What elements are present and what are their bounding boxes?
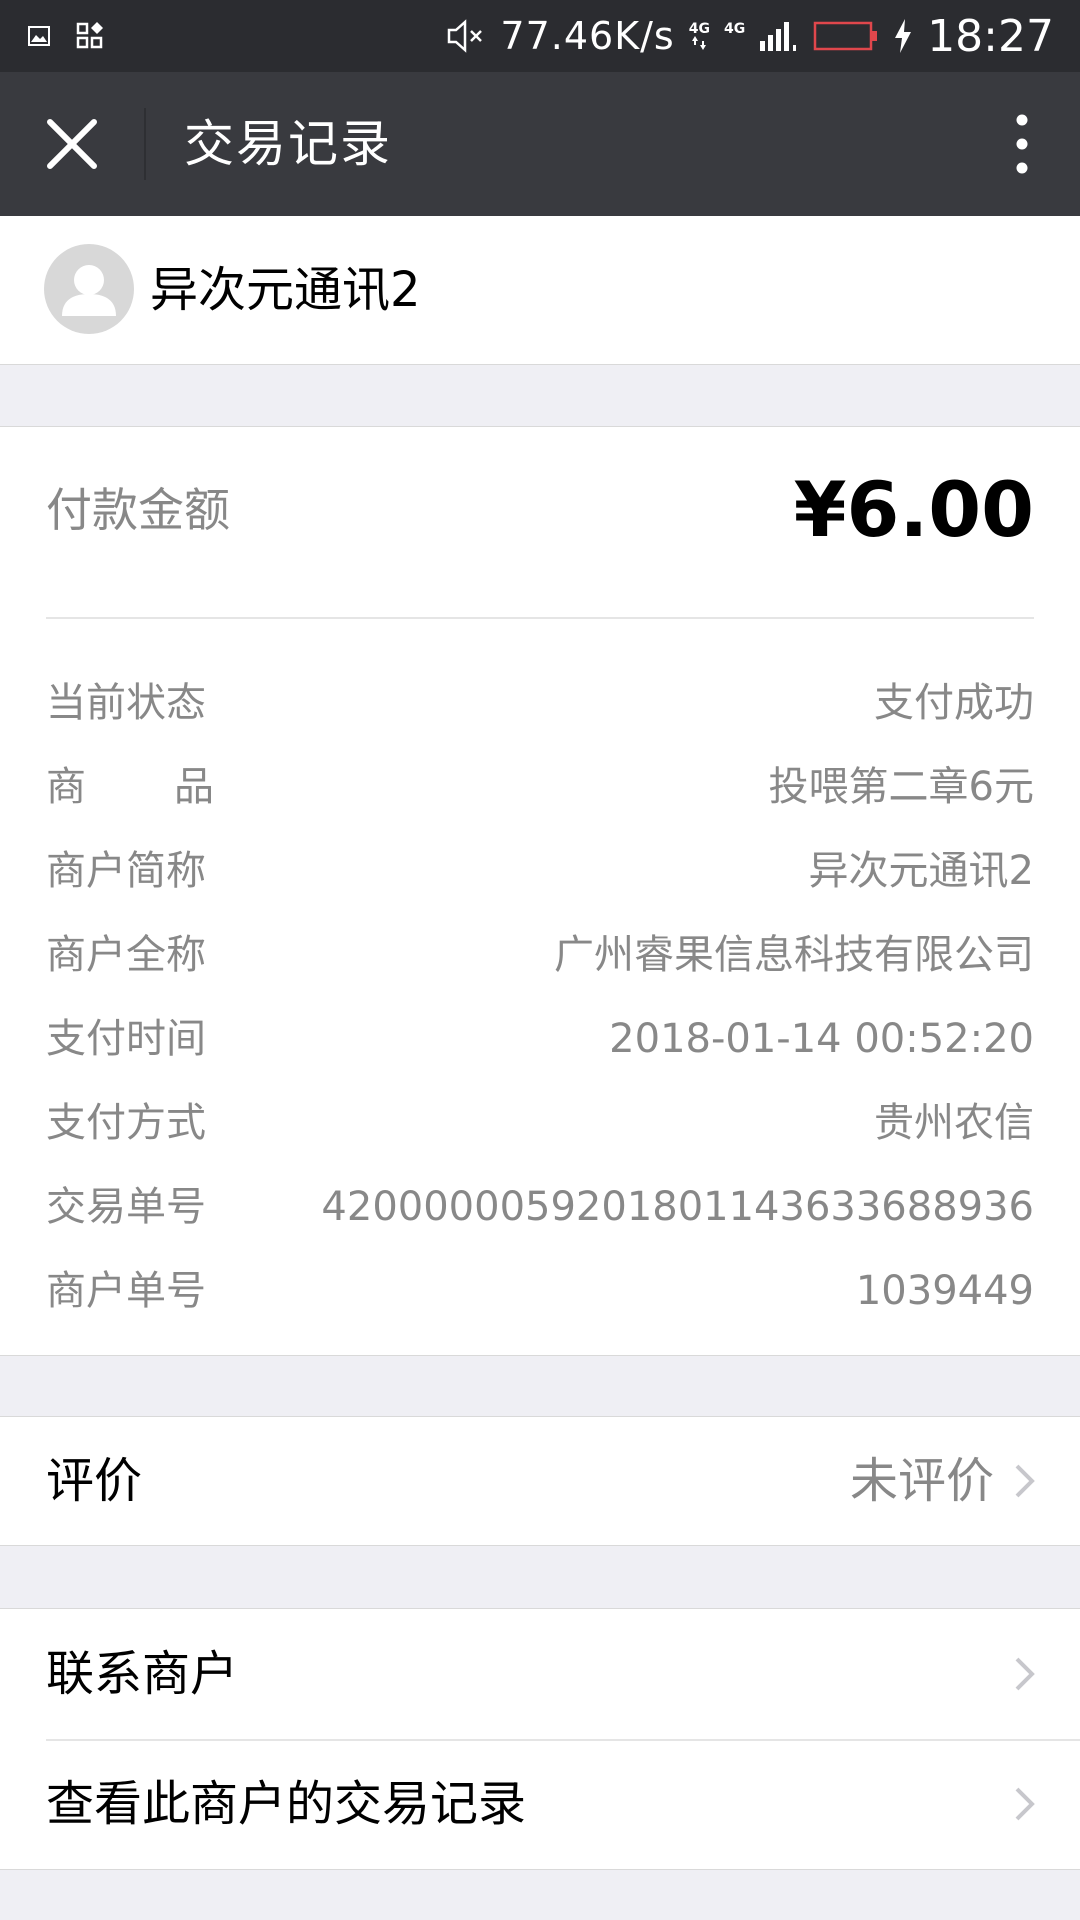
detail-row-status: 当前状态 支付成功 — [46, 661, 1034, 745]
detail-value: 支付成功 — [874, 680, 1034, 726]
merchant-name: 异次元通讯2 — [150, 262, 421, 318]
detail-value: 异次元通讯2 — [808, 848, 1034, 894]
detail-row-payment-method: 支付方式 贵州农信 — [46, 1081, 1034, 1165]
amount-row: 付款金额 ¥6.00 — [46, 427, 1034, 619]
rating-cell[interactable]: 评价 未评价 — [0, 1417, 1080, 1545]
amount-value: ¥6.00 — [793, 465, 1034, 554]
detail-value: 广州睿果信息科技有限公司 — [554, 932, 1034, 978]
mute-icon — [448, 19, 483, 53]
user-avatar-icon — [44, 244, 134, 334]
detail-row-merchant-order-id: 商户单号 1039449 — [46, 1249, 1034, 1333]
transaction-detail-card: 付款金额 ¥6.00 当前状态 支付成功 商品 投喂第二章6元 商户简称 异次元… — [0, 426, 1080, 1356]
detail-row-product: 商品 投喂第二章6元 — [46, 745, 1034, 829]
detail-row-transaction-id: 交易单号 4200000059201801143633688936 — [46, 1165, 1034, 1249]
nav-divider — [144, 108, 146, 180]
merchant-history-label: 查看此商户的交易记录 — [46, 1776, 527, 1832]
network-type-b-label: 4G — [723, 21, 746, 37]
gallery-notification-icon — [28, 26, 50, 46]
detail-value: 贵州农信 — [874, 1100, 1034, 1146]
rating-value: 未评价 — [849, 1453, 994, 1509]
rating-group: 评价 未评价 — [0, 1416, 1080, 1546]
merchant-history-cell[interactable]: 查看此商户的交易记录 — [0, 1739, 1080, 1869]
more-vertical-icon[interactable] — [1004, 112, 1040, 176]
battery-icon — [813, 21, 878, 51]
charging-icon — [895, 19, 912, 53]
chevron-right-icon — [1015, 1464, 1035, 1498]
merchant-actions-group: 联系商户 查看此商户的交易记录 — [0, 1608, 1080, 1870]
detail-label: 商户简称 — [46, 848, 206, 894]
network-speed: 77.46K/s — [500, 14, 675, 58]
merchant-header[interactable]: 异次元通讯2 — [0, 216, 1080, 365]
detail-row-payment-time: 支付时间 2018-01-14 00:52:20 — [46, 997, 1034, 1081]
detail-row-merchant-short-name: 商户简称 异次元通讯2 — [46, 829, 1034, 913]
network-type-a-label: 4G — [688, 21, 710, 37]
detail-label: 商户单号 — [46, 1268, 206, 1314]
nav-bar: 交易记录 — [0, 72, 1080, 216]
status-bar-left — [28, 0, 108, 72]
clock: 18:27 — [927, 10, 1054, 62]
contact-merchant-cell[interactable]: 联系商户 — [0, 1609, 1080, 1739]
detail-value: 1039449 — [855, 1268, 1034, 1314]
contact-merchant-label: 联系商户 — [46, 1646, 239, 1702]
close-icon[interactable] — [40, 112, 104, 176]
signal-icon — [760, 22, 797, 51]
page-title: 交易记录 — [184, 115, 392, 173]
detail-label: 支付时间 — [46, 1016, 206, 1062]
network-type-a: 4G — [689, 22, 710, 50]
data-arrows-icon — [692, 36, 707, 50]
network-type-b: 4G — [724, 22, 745, 50]
detail-value: 投喂第二章6元 — [768, 764, 1034, 810]
detail-value: 4200000059201801143633688936 — [321, 1184, 1034, 1230]
chevron-right-icon — [1015, 1657, 1035, 1691]
detail-value: 2018-01-14 00:52:20 — [609, 1016, 1034, 1062]
detail-label: 商品 — [46, 764, 214, 810]
status-bar: 77.46K/s 4G 4G 18:27 — [0, 0, 1080, 72]
detail-list: 当前状态 支付成功 商品 投喂第二章6元 商户简称 异次元通讯2 商户全称 广州… — [46, 661, 1034, 1333]
detail-label: 商户全称 — [46, 932, 206, 978]
rating-label: 评价 — [46, 1453, 143, 1509]
detail-label: 当前状态 — [46, 680, 206, 726]
detail-label: 交易单号 — [46, 1184, 206, 1230]
chevron-right-icon — [1015, 1787, 1035, 1821]
apps-notification-icon — [76, 22, 103, 49]
status-bar-right: 77.46K/s 4G 4G 18:27 — [446, 0, 1054, 72]
detail-label: 支付方式 — [46, 1100, 206, 1146]
amount-label: 付款金额 — [46, 483, 230, 537]
detail-row-merchant-full-name: 商户全称 广州睿果信息科技有限公司 — [46, 913, 1034, 997]
